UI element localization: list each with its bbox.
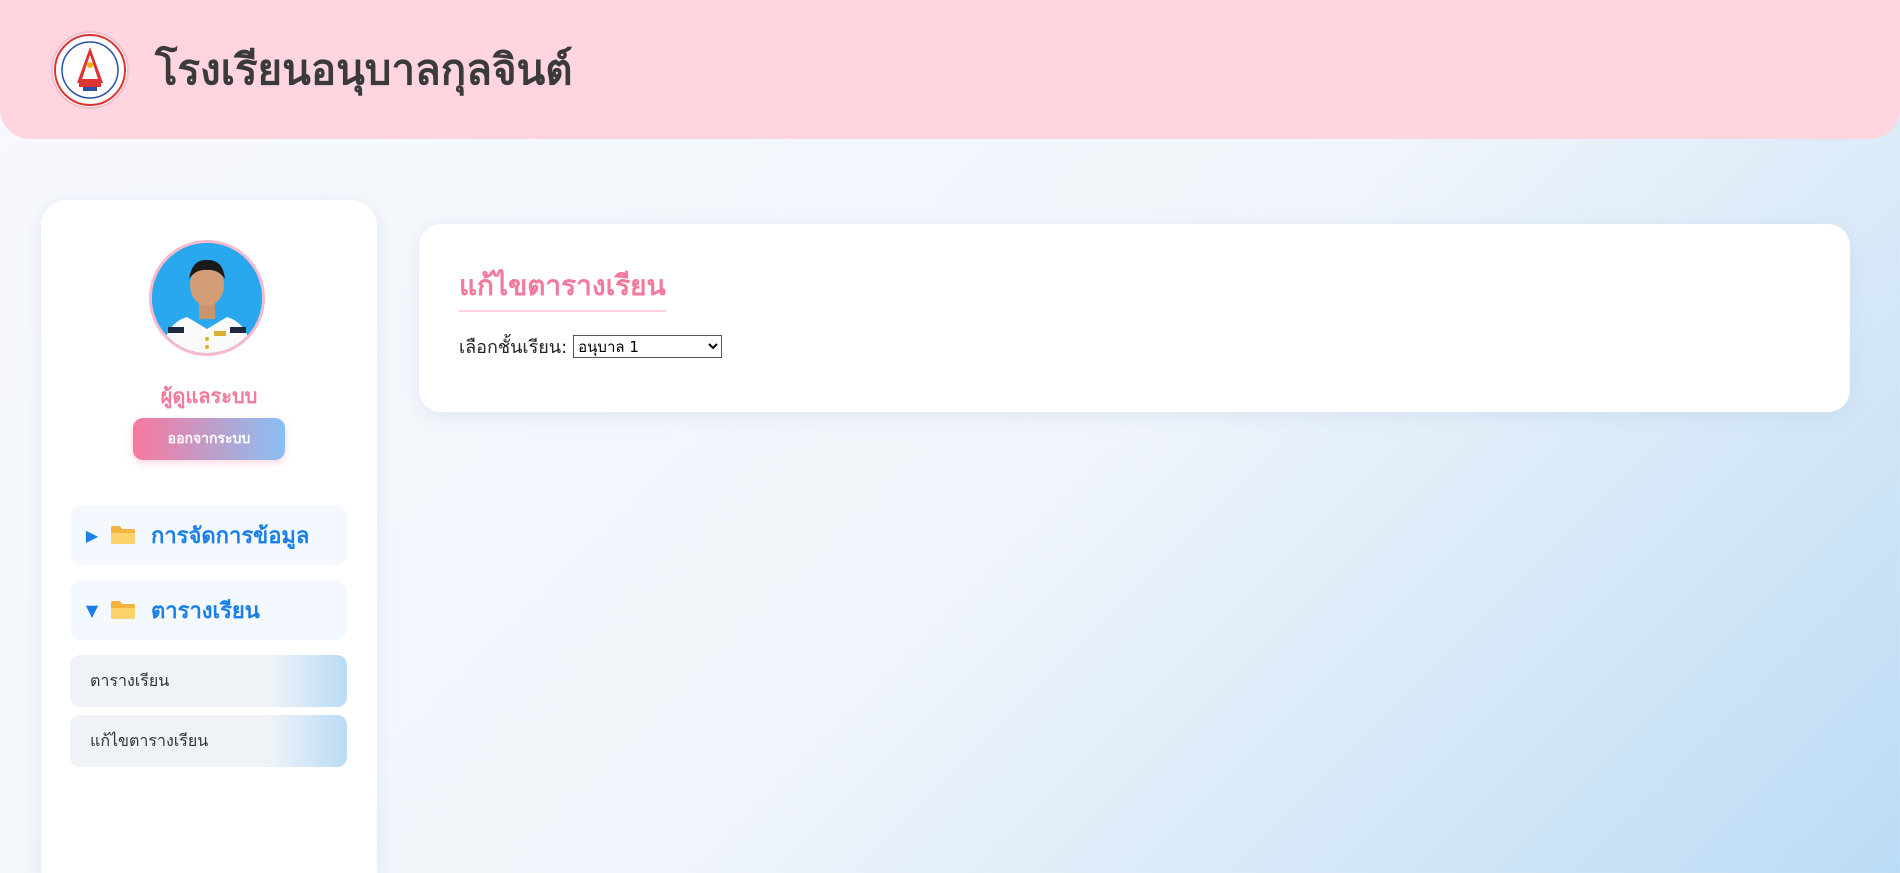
class-select[interactable]: อนุบาล 1	[573, 335, 723, 358]
triangle-right-icon: ▶	[85, 525, 99, 545]
folder-icon	[111, 601, 135, 619]
menu-group-label: การจัดการข้อมูล	[151, 523, 310, 549]
menu-group-timetable[interactable]: ▼ ตารางเรียน	[70, 580, 347, 640]
sidebar: ผู้ดูแลระบบ ออกจากระบบ ▶ การจัดการข้อมูล…	[41, 200, 377, 873]
page-title: แก้ไขตารางเรียน	[459, 264, 666, 312]
logout-button[interactable]: ออกจากระบบ	[133, 418, 285, 460]
class-select-row: เลือกชั้นเรียน: อนุบาล 1	[459, 332, 723, 361]
school-seal-icon	[54, 34, 126, 106]
triangle-down-icon: ▼	[85, 600, 99, 620]
submenu-item-timetable[interactable]: ตารางเรียน	[70, 655, 347, 707]
user-portrait-icon	[152, 243, 262, 353]
menu-group-label: ตารางเรียน	[151, 598, 260, 624]
role-label: ผู้ดูแลระบบ	[160, 384, 258, 408]
submenu-item-edit-timetable[interactable]: แก้ไขตารางเรียน	[70, 715, 347, 767]
main-card: แก้ไขตารางเรียน เลือกชั้นเรียน: อนุบาล 1	[419, 224, 1850, 412]
avatar	[149, 240, 265, 356]
school-logo[interactable]	[53, 33, 127, 107]
folder-icon	[111, 526, 135, 544]
school-name: โรงเรียนอนุบาลกุลจินต์	[155, 45, 573, 94]
header: โรงเรียนอนุบาลกุลจินต์	[0, 0, 1900, 139]
class-select-label: เลือกชั้นเรียน:	[459, 337, 568, 358]
menu-group-data-management[interactable]: ▶ การจัดการข้อมูล	[70, 505, 347, 565]
